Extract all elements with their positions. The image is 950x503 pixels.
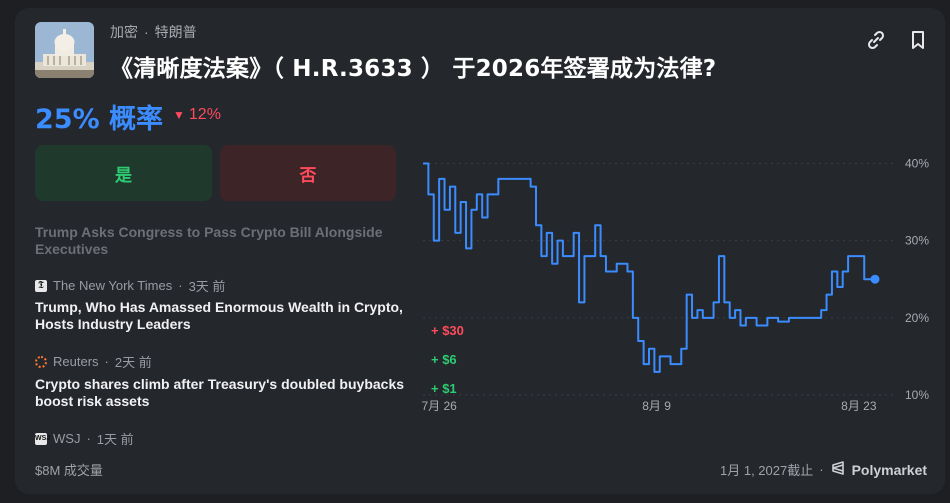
brand-name[interactable]: Polymarket [852, 462, 927, 478]
news-source-row: Reuters · 2天 前 [35, 352, 405, 371]
reuters-logo-icon [35, 355, 47, 368]
nyt-logo-icon: 𝕿 [35, 279, 47, 292]
probability-change: ▼ 12% [173, 106, 221, 124]
news-item[interactable]: Trump Asks Congress to Pass Crypto Bill … [35, 224, 405, 258]
category-label[interactable]: 加密 [110, 24, 138, 40]
news-age: 2天 前 [114, 355, 152, 370]
news-title[interactable]: Trump, Who Has Amassed Enormous Wealth i… [35, 299, 405, 333]
tag-label[interactable]: 特朗普 [155, 24, 197, 40]
current-point [870, 274, 880, 284]
polymarket-logo-icon [830, 460, 846, 479]
link-icon[interactable] [866, 30, 886, 55]
footer-meta: 1月 1, 2027截止 · Polymarket [720, 460, 928, 479]
y-tick-label: 20% [905, 311, 929, 325]
news-title[interactable]: Trump Asks Congress to Pass Crypto Bill … [35, 224, 405, 258]
market-thumbnail [35, 22, 94, 78]
news-source: The New York Times [53, 278, 173, 293]
price-chart[interactable]: 40% 30% 20% 10% 7月 26 8月 9 8月 23 + $30 + $6 + $1 [415, 140, 945, 420]
deadline-label: 1月 1, 2027截止 [720, 463, 814, 478]
buy-yes-button[interactable]: 是 [35, 145, 212, 201]
triangle-down-icon: ▼ [173, 108, 185, 122]
news-source: WSJ [53, 431, 81, 446]
news-age: 3天 前 [188, 279, 226, 294]
trade-label: + $6 [431, 352, 457, 367]
news-item[interactable]: Trump, Who Has Amassed Enormous Wealth i… [35, 299, 405, 333]
change-value: 12% [188, 106, 221, 123]
x-tick-label: 8月 9 [642, 399, 671, 413]
news-source-row: 𝕿 The New York Times · 3天 前 [35, 276, 405, 295]
market-breadcrumb: 加密 · 特朗普 [110, 24, 197, 40]
y-tick-label: 30% [905, 234, 929, 248]
trade-label: + $1 [431, 381, 457, 396]
volume-label: $8M 成交量 [35, 463, 103, 478]
news-age: 1天 前 [96, 432, 134, 447]
news-item[interactable]: Crypto shares climb after Treasury's dou… [35, 376, 405, 410]
probability: 25% 概率 [35, 104, 164, 135]
bookmark-icon[interactable] [909, 30, 927, 55]
y-tick-label: 40% [905, 156, 929, 170]
x-tick-label: 7月 26 [421, 399, 457, 413]
x-tick-label: 8月 23 [841, 399, 877, 413]
news-source: Reuters [53, 354, 99, 369]
y-tick-label: 10% [905, 388, 929, 402]
news-title[interactable]: Crypto shares climb after Treasury's dou… [35, 376, 405, 410]
news-source-row: WSJ WSJ · 1天 前 [35, 431, 134, 447]
market-title[interactable]: 《清晰度法案》（ H.R.3633 ） 于2026年签署成为法律? [110, 49, 716, 83]
buy-no-button[interactable]: 否 [220, 145, 396, 201]
wsj-logo-icon: WSJ [35, 432, 50, 445]
trade-label: + $30 [431, 323, 464, 338]
series-line [423, 162, 875, 373]
